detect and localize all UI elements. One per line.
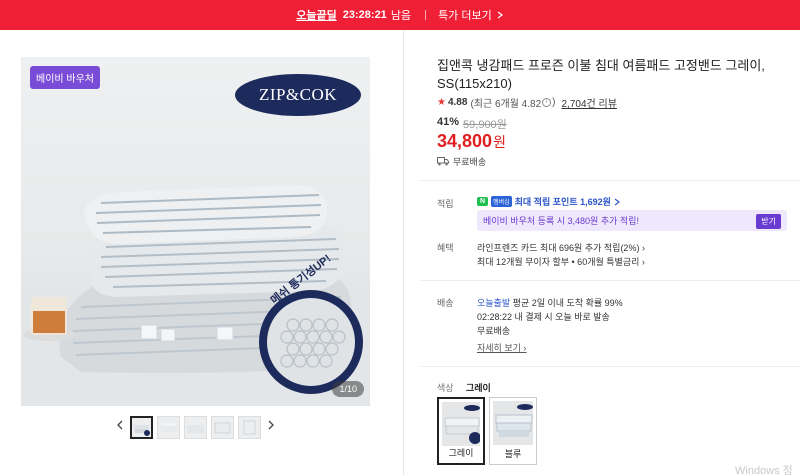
product-main-image[interactable]: 베이비 바우처 ZIP&COK 메쉬 통기성UP! 1/10: [21, 57, 370, 406]
selected-color: 그레이: [466, 383, 491, 393]
option-name: 블루: [504, 449, 522, 459]
dispatch-deadline: 02:28:22 내 결제 시 오늘 바로 발송: [477, 312, 610, 322]
voucher-badge: 베이비 바우처: [30, 66, 100, 89]
today-shipping-label: 오늘출발: [477, 298, 511, 308]
original-price: 59,900원: [463, 119, 507, 131]
thumbnail-5[interactable]: [238, 416, 261, 439]
points-label: 적립: [437, 199, 454, 209]
rating-score: 4.88: [447, 97, 468, 108]
deal-remain-label: 남음: [390, 10, 412, 22]
chevron-right-icon: ›: [523, 343, 527, 353]
chevron-right-icon: [497, 11, 503, 19]
benefits-label: 혜택: [437, 243, 454, 253]
recent-rating-close: ): [552, 97, 556, 108]
discount-row: 41% 59,900원: [437, 116, 507, 132]
chevron-left-icon[interactable]: [116, 420, 124, 430]
section-divider: [420, 180, 800, 181]
option-thumbnail: [442, 402, 480, 446]
image-counter: 1/10: [332, 381, 364, 397]
voucher-point-banner[interactable]: 베이비 바우처 등록 시 3,480원 추가 적립! 받기: [477, 210, 787, 231]
delivery-estimate: 오늘출발 평균 2일 이내 도착 확률 99%: [477, 296, 623, 309]
deal-banner[interactable]: 오늘끝딜 23:28:21 남음 특가 더보기: [0, 0, 800, 30]
delivery-label: 배송: [437, 298, 454, 308]
npay-icon: N: [477, 197, 489, 206]
option-thumbnail: [493, 401, 533, 445]
product-title: 집앤콕 냉감패드 프로즌 이불 침대 여름패드 고정밴드 그레이, SS(115…: [437, 58, 765, 91]
voucher-point-text: 베이비 바우처 등록 시 3,480원 추가 적립!: [483, 216, 639, 226]
free-shipping: 무료배송: [437, 155, 486, 168]
section-divider: [420, 366, 800, 367]
installment-text: 최대 12개월 무이자 할부 • 60개월 특별금리: [477, 257, 640, 267]
section-divider: [420, 280, 800, 281]
max-point-text: 최대 적립 포인트 1,692원: [514, 197, 611, 207]
get-voucher-button[interactable]: 받기: [756, 214, 781, 229]
brand-logo: ZIP&COK: [235, 74, 361, 116]
chevron-right-icon: ›: [641, 257, 645, 267]
rating-row: ★ 4.88 (최근 6개월 4.82 i ) 2,704건 리뷰: [437, 95, 617, 110]
color-option-label: 색상: [437, 383, 454, 393]
thumbnail-1[interactable]: [130, 416, 153, 439]
banner-divider: [425, 10, 427, 20]
thumbnail-2[interactable]: [157, 416, 180, 439]
color-option-blue[interactable]: 블루: [489, 397, 537, 465]
star-icon: ★: [437, 97, 446, 108]
card-benefit-text: 라인프렌즈 카드 최대 696원 추가 적립(2%): [477, 243, 640, 253]
arrival-probability: 평균 2일 이내 도착 확률 99%: [512, 298, 623, 308]
deal-countdown: 23:28:21: [342, 9, 387, 21]
membership-badge: 멤버십: [491, 196, 512, 207]
truck-icon: [437, 157, 449, 166]
max-point-row[interactable]: N 멤버십 최대 적립 포인트 1,692원: [477, 195, 620, 208]
chevron-right-icon[interactable]: [267, 420, 275, 430]
thumbnail-strip: [130, 416, 261, 439]
sale-price: 34,800원: [437, 131, 506, 152]
column-divider: [403, 30, 404, 475]
option-name: 그레이: [448, 448, 474, 458]
price-unit: 원: [493, 134, 506, 150]
delivery-detail-link[interactable]: 자세히 보기 ›: [477, 341, 526, 354]
more-deals-link[interactable]: 특가 더보기: [438, 7, 492, 23]
deal-label: 오늘끝딜: [296, 10, 337, 22]
thumbnail-4[interactable]: [211, 416, 234, 439]
delivery-detail-text: 자세히 보기: [477, 343, 521, 353]
card-benefit-link[interactable]: 라인프렌즈 카드 최대 696원 추가 적립(2%) ›: [477, 241, 645, 254]
sale-price-value: 34,800: [437, 131, 493, 151]
free-shipping-text: 무료배송: [453, 157, 487, 167]
chevron-right-icon: [614, 198, 620, 205]
installment-benefit-link[interactable]: 최대 12개월 무이자 할부 • 60개월 특별금리 ›: [477, 255, 645, 268]
chevron-right-icon: ›: [641, 243, 645, 253]
recent-rating: (최근 6개월 4.82: [470, 99, 542, 110]
review-count-link[interactable]: 2,704건 리뷰: [562, 95, 617, 110]
thumbnail-3[interactable]: [184, 416, 207, 439]
windows-activation-watermark: Windows 정: [735, 465, 793, 475]
info-icon[interactable]: i: [542, 98, 552, 107]
delivery-free-text: 무료배송: [477, 326, 511, 336]
discount-percent: 41%: [437, 116, 460, 128]
color-option-gray[interactable]: 그레이: [437, 397, 485, 465]
